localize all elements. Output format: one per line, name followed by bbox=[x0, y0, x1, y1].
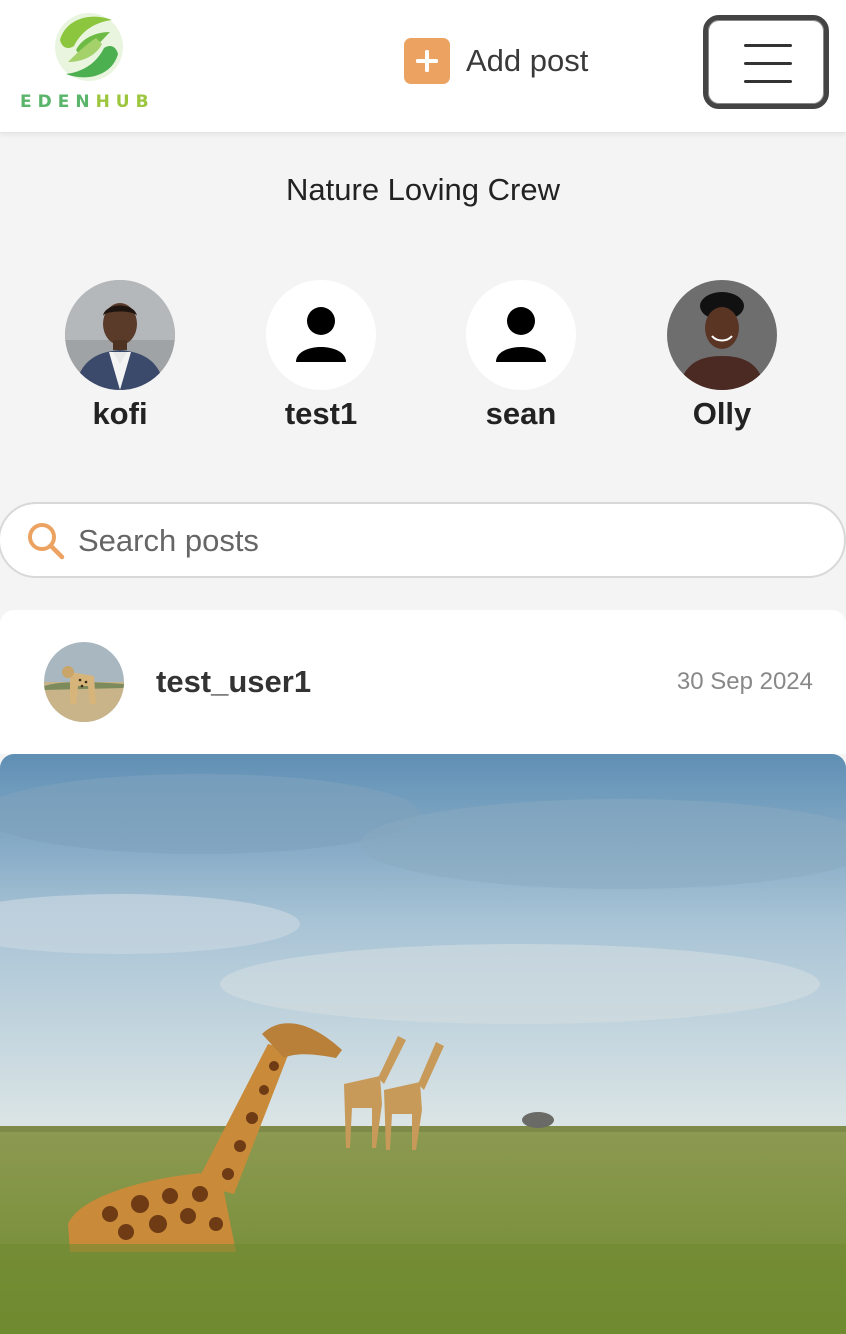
member-name: kofi bbox=[92, 396, 148, 431]
avatar bbox=[65, 280, 175, 390]
search-icon bbox=[28, 523, 65, 560]
post-image[interactable] bbox=[0, 754, 846, 1334]
group-title: Nature Loving Crew bbox=[286, 172, 560, 207]
member-sean[interactable]: sean bbox=[441, 280, 601, 432]
member-name: sean bbox=[485, 396, 557, 431]
member-name: test1 bbox=[284, 396, 358, 431]
edenhub-logo[interactable]: EDENHUB bbox=[20, 8, 165, 116]
member-olly[interactable]: Olly bbox=[642, 280, 802, 432]
default-person-icon bbox=[496, 307, 546, 362]
top-navbar: EDENHUB Add post bbox=[0, 0, 846, 133]
avatar bbox=[667, 280, 777, 390]
post-header: test_user1 30 Sep 2024 bbox=[0, 610, 846, 754]
member-test1[interactable]: test1 bbox=[241, 280, 401, 432]
add-post-label: Add post bbox=[466, 43, 589, 78]
olly-photo bbox=[667, 280, 777, 390]
avatar bbox=[466, 280, 576, 390]
search-input[interactable] bbox=[78, 518, 778, 564]
member-kofi[interactable]: kofi bbox=[40, 280, 200, 432]
default-person-icon bbox=[296, 307, 346, 362]
member-name: Olly bbox=[692, 396, 752, 431]
menu-button[interactable] bbox=[703, 15, 829, 109]
plus-square-icon bbox=[404, 38, 450, 84]
search-bar[interactable] bbox=[0, 502, 846, 578]
avatar[interactable] bbox=[44, 642, 124, 722]
post-username[interactable]: test_user1 bbox=[156, 664, 311, 700]
logo-wordmark: EDENHUB bbox=[20, 92, 155, 112]
avatar bbox=[266, 280, 376, 390]
add-post-button[interactable]: Add post bbox=[404, 38, 588, 84]
cheetah-avatar-photo bbox=[44, 642, 124, 722]
giraffes-savanna-photo bbox=[0, 754, 846, 1334]
kofi-photo bbox=[65, 280, 175, 390]
leaf-logo-icon bbox=[55, 13, 123, 81]
post-date: 30 Sep 2024 bbox=[676, 668, 813, 695]
